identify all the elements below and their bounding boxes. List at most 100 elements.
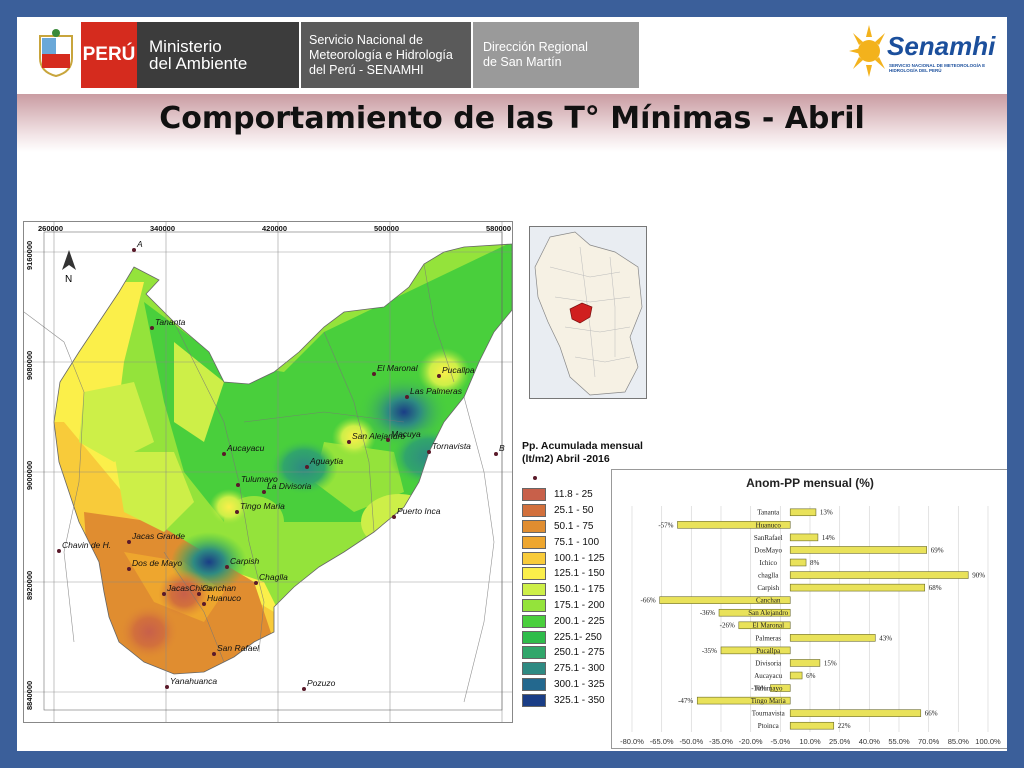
chart-category-label: Ptoinca bbox=[758, 722, 780, 730]
chart-category-label: Canchan bbox=[756, 597, 781, 605]
map-x-tick: 340000 bbox=[150, 224, 175, 233]
chart-bar bbox=[789, 558, 807, 567]
legend-label: 25.1 - 50 bbox=[554, 505, 594, 517]
legend-label: 325.1 - 350 bbox=[554, 694, 605, 706]
senamhi-logo: Senamhi SERVICIO NACIONAL DE METEOROLOGÍ… bbox=[847, 23, 997, 85]
chart-bar bbox=[789, 546, 927, 554]
map-x-tick: 260000 bbox=[38, 224, 63, 233]
chart-value-label: 6% bbox=[806, 672, 816, 680]
ministry-logo: Ministerio del Ambiente bbox=[137, 22, 299, 88]
legend-swatch bbox=[522, 598, 546, 612]
chart-category-label: SanRafael bbox=[754, 534, 783, 542]
legend-item: 300.1 - 325 bbox=[522, 677, 605, 693]
station-label: Dos de Mayo bbox=[132, 558, 182, 568]
legend-item: 11.8 - 25 bbox=[522, 487, 605, 503]
chart-value-label: 90% bbox=[972, 572, 985, 580]
station-marker bbox=[437, 374, 441, 378]
station-marker bbox=[162, 592, 166, 596]
station-label: Tananta bbox=[155, 317, 186, 327]
station-marker bbox=[302, 687, 306, 691]
legend-label: 125.1 - 150 bbox=[554, 568, 605, 580]
chart-category-label: Tournavista bbox=[752, 710, 786, 718]
station-label: Tornavista bbox=[432, 441, 471, 451]
station-label: Macuya bbox=[391, 429, 421, 439]
station-label: Pozuzo bbox=[307, 678, 336, 688]
station-marker bbox=[427, 450, 431, 454]
legend-label: 250.1 - 275 bbox=[554, 647, 605, 659]
map-y-tick: 9000000 bbox=[25, 461, 34, 490]
map-y-tick: 8840000 bbox=[25, 681, 34, 710]
legend-item: 175.1 - 200 bbox=[522, 598, 605, 614]
map-y-tick: 8920000 bbox=[25, 571, 34, 600]
legend-item: 250.1 - 275 bbox=[522, 645, 605, 661]
station-marker bbox=[494, 452, 498, 456]
chart-value-label: -66% bbox=[641, 597, 656, 605]
station-marker bbox=[236, 483, 240, 487]
legend-item: 225.1- 250 bbox=[522, 629, 605, 645]
senamhi-line3: del Perú - SENAMHI bbox=[309, 62, 424, 77]
legend-swatch bbox=[522, 551, 546, 565]
station-marker bbox=[235, 510, 239, 514]
station-label: A bbox=[136, 239, 143, 249]
chart-value-label: 15% bbox=[824, 659, 837, 667]
chart-x-tick: -65.0% bbox=[650, 737, 674, 746]
senamhi-sun-icon bbox=[849, 25, 885, 77]
chart-x-tick: -80.0% bbox=[620, 737, 644, 746]
legend-label: 11.8 - 25 bbox=[554, 489, 593, 501]
senamhi-logo-subtitle: SERVICIO NACIONAL DE METEOROLOGÍA E HIDR… bbox=[889, 63, 986, 73]
regional-direction-label: Dirección Regional de San Martín bbox=[473, 22, 639, 88]
senamhi-line1: Servicio Nacional de bbox=[309, 32, 423, 47]
map-y-tick: 9160000 bbox=[25, 241, 34, 270]
legend-label: 50.1 - 75 bbox=[554, 520, 594, 532]
station-marker bbox=[254, 581, 258, 585]
chart-category-label: El Maronal bbox=[752, 622, 784, 630]
chart-x-tick: 10.0% bbox=[799, 737, 821, 746]
map-x-tick: 420000 bbox=[262, 224, 287, 233]
chart-value-label: 43% bbox=[879, 634, 892, 642]
legend-item: 100.1 - 125 bbox=[522, 550, 605, 566]
legend-swatch bbox=[522, 535, 546, 549]
chart-value-label: 22% bbox=[838, 722, 851, 730]
legend-item: 75.1 - 100 bbox=[522, 534, 605, 550]
station-label: Huanuco bbox=[207, 593, 241, 603]
legend-swatch bbox=[522, 662, 546, 676]
chart-value-label: 69% bbox=[931, 546, 944, 554]
legend-swatch bbox=[522, 519, 546, 533]
ministry-line2: del Ambiente bbox=[149, 54, 248, 73]
chart-category-label: DosMayo bbox=[754, 546, 782, 554]
map-legend: 11.8 - 25 25.1 - 50 50.1 - 75 75.1 - 100 100… bbox=[522, 476, 605, 708]
chart-bar bbox=[789, 533, 819, 542]
chart-x-tick: -5.0% bbox=[771, 737, 791, 746]
station-label: San Rafael bbox=[217, 643, 260, 653]
station-marker bbox=[392, 515, 396, 519]
station-dot-icon bbox=[533, 476, 537, 480]
chart-bar bbox=[789, 583, 926, 592]
chart-value-label: 14% bbox=[822, 534, 835, 542]
peru-logo: PERÚ bbox=[81, 22, 137, 88]
station-marker bbox=[405, 395, 409, 399]
station-label: B bbox=[499, 443, 505, 453]
station-marker bbox=[132, 248, 136, 252]
chart-value-label: -47% bbox=[678, 697, 693, 705]
legend-swatch bbox=[522, 693, 546, 707]
chart-category-label: Huanuco bbox=[756, 521, 782, 529]
legend-label: 275.1 - 300 bbox=[554, 663, 605, 675]
chart-category-label: San Alejandro bbox=[748, 609, 788, 617]
chart-category-label: Aucayacu bbox=[754, 672, 782, 680]
chart-bar bbox=[789, 709, 922, 717]
map-x-tick: 500000 bbox=[374, 224, 399, 233]
legend-swatch bbox=[522, 583, 546, 597]
station-marker bbox=[197, 592, 201, 596]
station-marker bbox=[127, 540, 131, 544]
station-label: Yanahuanca bbox=[170, 676, 217, 686]
page-title: Comportamiento de las T° Mínimas - Abril bbox=[159, 101, 865, 136]
legend-item: 125.1 - 150 bbox=[522, 566, 605, 582]
station-label: Tingo Maria bbox=[240, 501, 285, 511]
chart-x-tick: -20.0% bbox=[739, 737, 763, 746]
legend-title-line2: (lt/m2) Abril -2016 bbox=[522, 453, 610, 465]
station-marker bbox=[202, 602, 206, 606]
legend-swatch bbox=[522, 677, 546, 691]
legend-swatch bbox=[522, 567, 546, 581]
chart-bar bbox=[789, 508, 817, 517]
chart-bar bbox=[789, 571, 969, 579]
